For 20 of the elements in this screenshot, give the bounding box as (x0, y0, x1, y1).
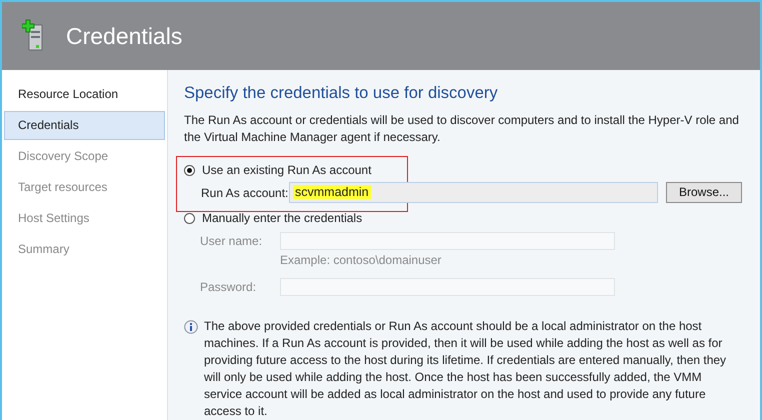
page-heading: Specify the credentials to use for discovery (184, 84, 499, 103)
password-field[interactable] (280, 278, 615, 296)
field-label: Password: (200, 280, 258, 294)
field-label: User name: (200, 234, 264, 248)
sidebar-item[interactable]: Resource Location (4, 80, 165, 109)
browse-button[interactable]: Browse... (666, 182, 742, 202)
sidebar-item[interactable]: Credentials (4, 111, 165, 140)
account-value: scvmmadmin (293, 185, 371, 199)
radio-label: Use an existing Run As account (202, 163, 372, 177)
info-icon (184, 320, 198, 334)
user-name-field[interactable] (280, 232, 615, 250)
field-label: Run As account: (201, 186, 288, 200)
radio-label: Manually enter the credentials (202, 211, 362, 225)
radio-button[interactable] (184, 212, 195, 224)
info-note: The above provided credentials or Run As account should be a local administrator on the host machines. If a Run As account is provided, then it will be used while adding the host as well as for providing future access to the host during its lifetime. If credentials are entered manually, then they will only be used while adding the host. Once the host has been successfully added, the VMM service account will be added as local administrator on the host and used to provide any future access to it. (204, 318, 728, 420)
window-title: Credentials (66, 22, 182, 50)
description-text: The Run As account or credentials will be used to discover computers and to install the Hyper-V role and the Virtual Machine Manager agent if necessary. (184, 112, 740, 146)
run-as-account-field[interactable]: scvmmadmin (289, 182, 658, 202)
radio-button[interactable] (184, 164, 195, 176)
example-text: Example: contoso\domainuser (280, 253, 442, 267)
